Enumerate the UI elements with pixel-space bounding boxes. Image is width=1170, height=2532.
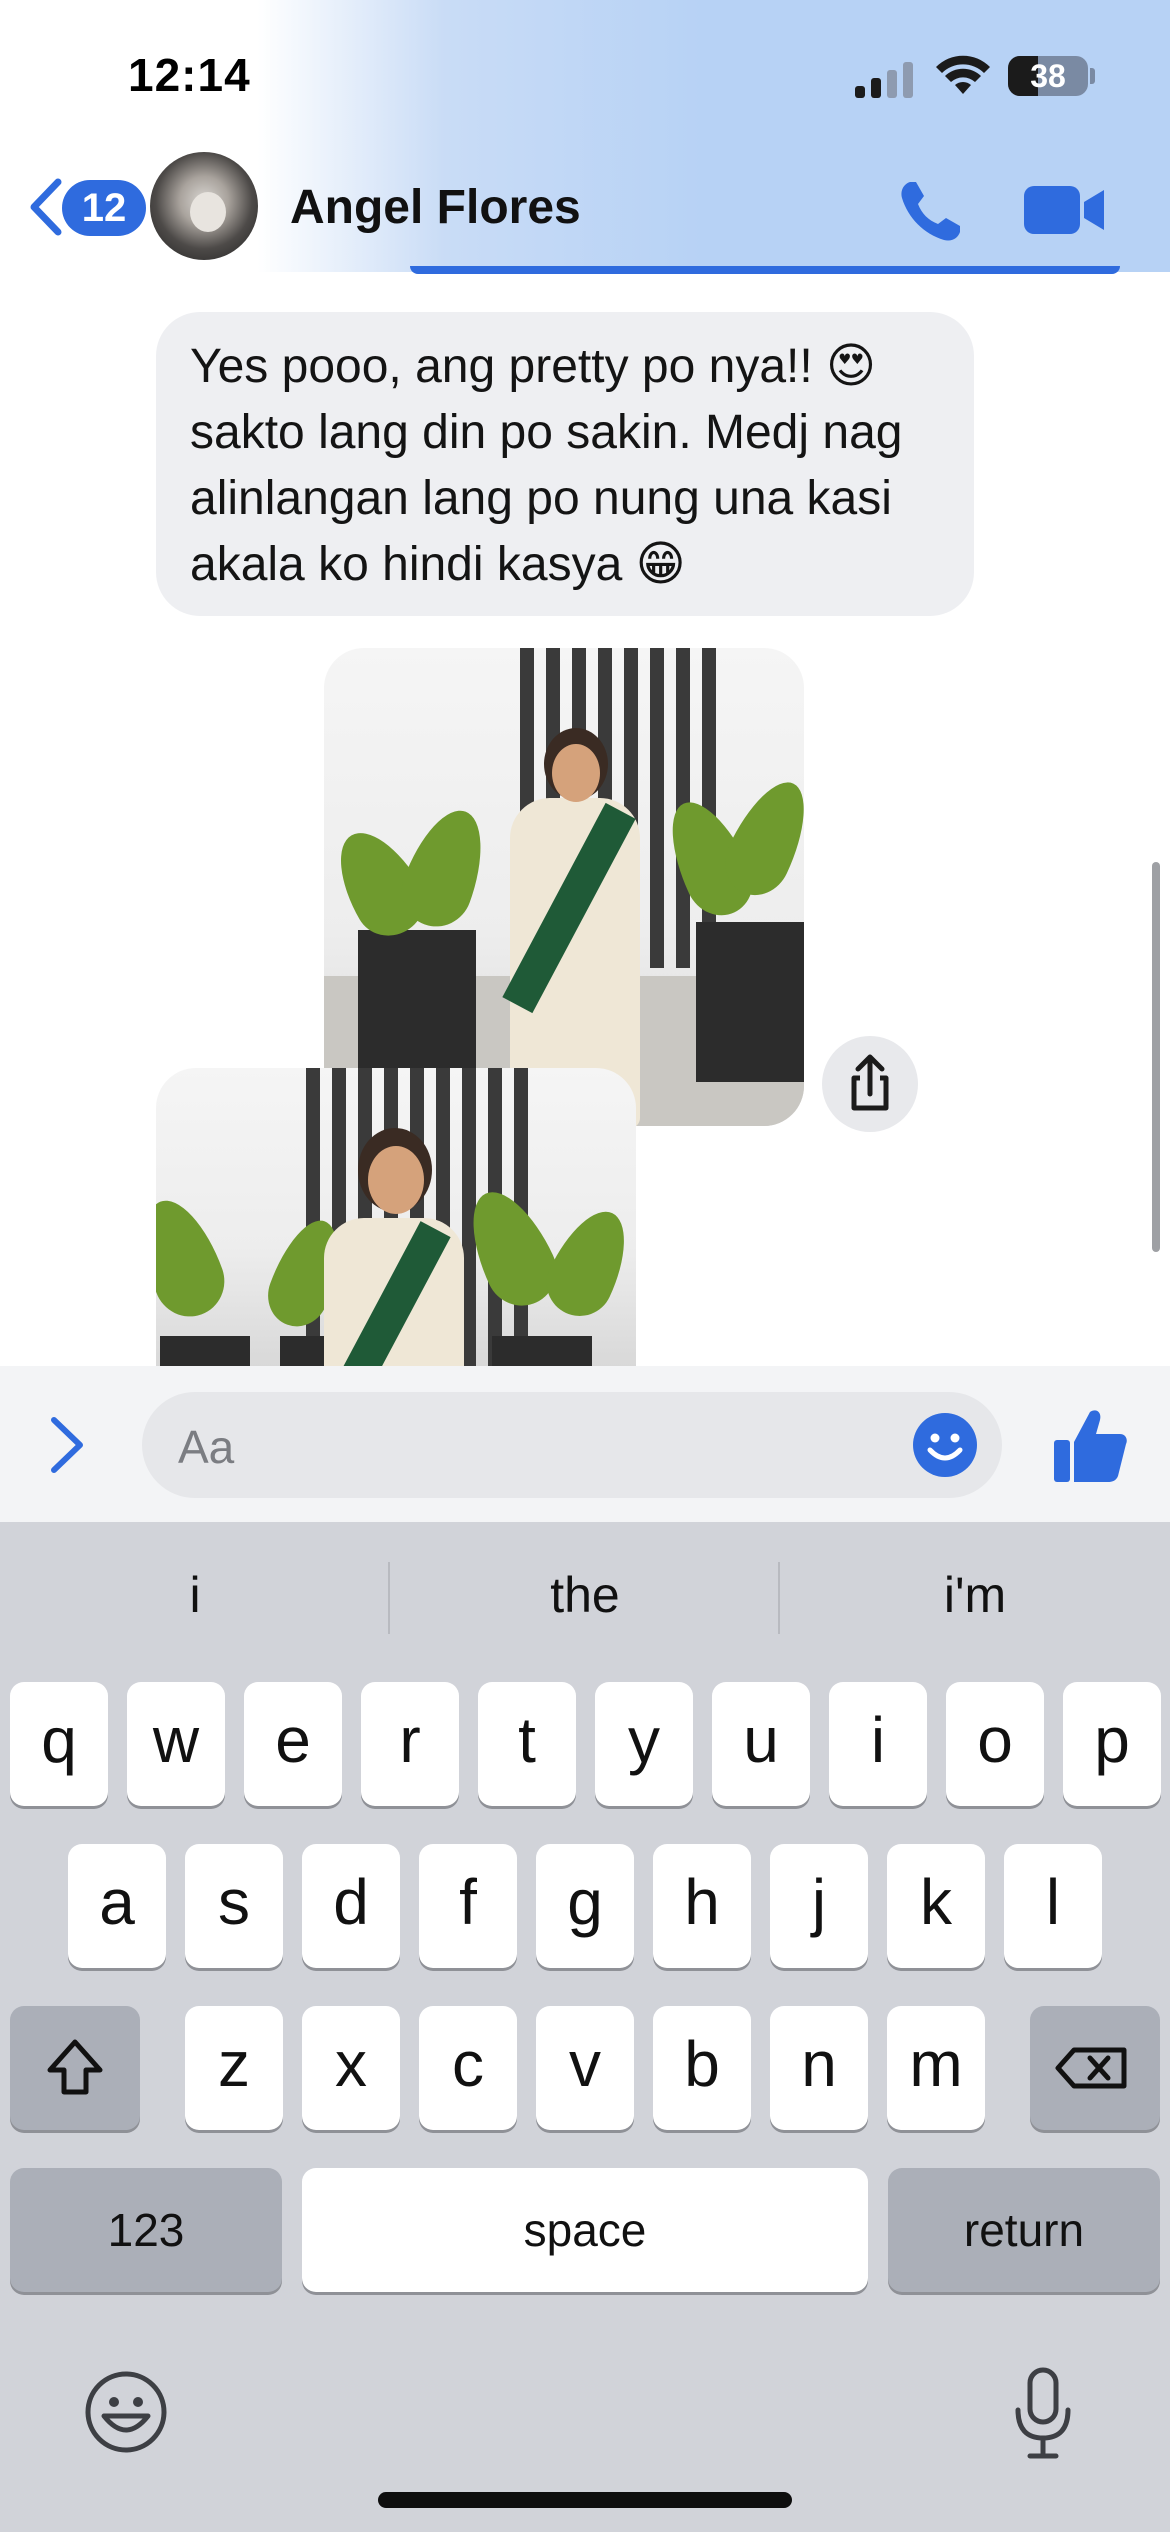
suggestion-item[interactable]: i'm bbox=[780, 1566, 1170, 1624]
back-button[interactable]: 12 bbox=[22, 172, 146, 242]
smiley-icon[interactable] bbox=[912, 1412, 978, 1478]
contact-name[interactable]: Angel Flores bbox=[290, 180, 581, 235]
message-photo[interactable] bbox=[156, 1068, 636, 1368]
unread-count-badge: 12 bbox=[62, 180, 146, 236]
photo-plant-pot bbox=[358, 930, 476, 1090]
key-j[interactable]: j bbox=[770, 1844, 868, 1968]
key-x[interactable]: x bbox=[302, 2006, 400, 2130]
suggestion-item[interactable]: the bbox=[390, 1566, 780, 1624]
message-bubble[interactable]: Yes pooo, ang pretty po nya!! 😍 sakto la… bbox=[156, 312, 974, 616]
microphone-icon[interactable] bbox=[1008, 2366, 1078, 2462]
key-b[interactable]: b bbox=[653, 2006, 751, 2130]
key-f[interactable]: f bbox=[419, 1844, 517, 1968]
key-a[interactable]: a bbox=[68, 1844, 166, 1968]
key-m[interactable]: m bbox=[887, 2006, 985, 2130]
return-key[interactable]: return bbox=[888, 2168, 1160, 2292]
battery-icon: 38 bbox=[1008, 56, 1088, 96]
cellular-signal-icon bbox=[855, 58, 915, 98]
phone-icon[interactable] bbox=[896, 176, 966, 246]
message-input[interactable]: Aa bbox=[142, 1392, 1002, 1498]
thumbs-up-icon[interactable] bbox=[1052, 1406, 1128, 1484]
suggestion-bar: i the i'm bbox=[0, 1522, 1170, 1678]
battery-cap bbox=[1090, 68, 1095, 84]
key-o[interactable]: o bbox=[946, 1682, 1044, 1806]
emoji-icon[interactable] bbox=[84, 2370, 168, 2454]
key-u[interactable]: u bbox=[712, 1682, 810, 1806]
key-n[interactable]: n bbox=[770, 2006, 868, 2130]
key-w[interactable]: w bbox=[127, 1682, 225, 1806]
battery-level: 38 bbox=[1030, 58, 1066, 94]
key-l[interactable]: l bbox=[1004, 1844, 1102, 1968]
message-input-placeholder: Aa bbox=[178, 1421, 235, 1473]
key-h[interactable]: h bbox=[653, 1844, 751, 1968]
key-t[interactable]: t bbox=[478, 1682, 576, 1806]
share-icon bbox=[851, 1054, 889, 1111]
contact-avatar[interactable] bbox=[150, 152, 258, 260]
photo-plant-pot bbox=[492, 1336, 592, 1368]
status-time: 12:14 bbox=[128, 49, 251, 101]
home-indicator[interactable] bbox=[378, 2492, 792, 2508]
share-button[interactable] bbox=[822, 1036, 918, 1132]
photo-leaf bbox=[156, 1189, 235, 1327]
key-q[interactable]: q bbox=[10, 1682, 108, 1806]
key-d[interactable]: d bbox=[302, 1844, 400, 1968]
key-s[interactable]: s bbox=[185, 1844, 283, 1968]
key-y[interactable]: y bbox=[595, 1682, 693, 1806]
key-z[interactable]: z bbox=[185, 2006, 283, 2130]
key-e[interactable]: e bbox=[244, 1682, 342, 1806]
space-key[interactable]: space bbox=[302, 2168, 868, 2292]
key-p[interactable]: p bbox=[1063, 1682, 1161, 1806]
key-c[interactable]: c bbox=[419, 2006, 517, 2130]
delete-key[interactable] bbox=[1030, 2006, 1160, 2130]
key-v[interactable]: v bbox=[536, 2006, 634, 2130]
key-g[interactable]: g bbox=[536, 1844, 634, 1968]
shift-key[interactable] bbox=[10, 2006, 140, 2130]
photo-face bbox=[368, 1146, 424, 1214]
message-text: Yes pooo, ang pretty po nya!! 😍 sakto la… bbox=[190, 340, 903, 591]
wifi-icon bbox=[936, 55, 990, 94]
message-photo[interactable] bbox=[324, 648, 804, 1126]
shift-icon bbox=[47, 2039, 103, 2095]
photo-plant-pot bbox=[696, 922, 804, 1082]
key-k[interactable]: k bbox=[887, 1844, 985, 1968]
photo-plant-pot bbox=[160, 1336, 250, 1368]
header-underline bbox=[410, 266, 1120, 274]
suggestion-item[interactable]: i bbox=[0, 1566, 390, 1624]
chevron-left-icon bbox=[30, 178, 62, 236]
key-r[interactable]: r bbox=[361, 1682, 459, 1806]
delete-icon bbox=[1055, 2047, 1127, 2089]
video-camera-icon[interactable] bbox=[1022, 180, 1106, 240]
photo-face bbox=[552, 744, 600, 802]
key-i[interactable]: i bbox=[829, 1682, 927, 1806]
numbers-key[interactable]: 123 bbox=[10, 2168, 282, 2292]
chevron-right-icon[interactable] bbox=[44, 1414, 90, 1476]
scrollbar[interactable] bbox=[1152, 862, 1160, 1252]
